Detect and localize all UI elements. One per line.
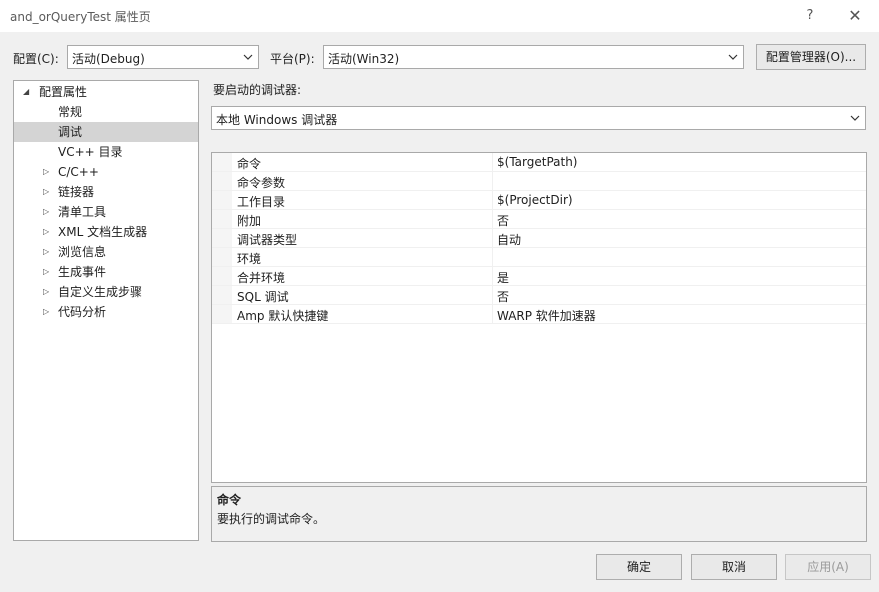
- property-name: 合并环境: [237, 271, 286, 285]
- apply-button[interactable]: 应用(A): [785, 554, 871, 580]
- config-dropdown[interactable]: 活动(Debug): [67, 45, 259, 69]
- collapsed-arrow-icon[interactable]: ▷: [43, 202, 53, 222]
- property-name: 命令: [237, 157, 262, 171]
- tree-item-label: 链接器: [58, 185, 95, 199]
- property-value[interactable]: 否: [497, 212, 509, 229]
- tree-item-code-analysis[interactable]: ▷ 代码分析: [14, 302, 198, 322]
- property-name: SQL 调试: [237, 290, 289, 304]
- tree-item-debugging[interactable]: 调试: [14, 122, 198, 142]
- property-value[interactable]: $(ProjectDir): [497, 193, 573, 207]
- tree-item-general[interactable]: 常规: [14, 102, 198, 122]
- ok-button[interactable]: 确定: [596, 554, 682, 580]
- tree-item-label: 常规: [58, 105, 83, 119]
- expanded-arrow-icon[interactable]: ◢: [23, 82, 33, 102]
- property-name: 调试器类型: [237, 233, 298, 247]
- property-value[interactable]: 自动: [497, 231, 521, 248]
- cancel-button[interactable]: 取消: [691, 554, 777, 580]
- chevron-down-icon: [728, 54, 738, 60]
- collapsed-arrow-icon[interactable]: ▷: [43, 222, 53, 242]
- collapsed-arrow-icon[interactable]: ▷: [43, 182, 53, 202]
- tree-item-label: 配置属性: [39, 85, 88, 99]
- property-row-attach[interactable]: 附加 否: [212, 210, 866, 229]
- tree-item-label: 生成事件: [58, 265, 107, 279]
- property-row-sql-debug[interactable]: SQL 调试 否: [212, 286, 866, 305]
- tree-item-browse-info[interactable]: ▷ 浏览信息: [14, 242, 198, 262]
- tree-item-custom-build-step[interactable]: ▷ 自定义生成步骤: [14, 282, 198, 302]
- tree-item-c-cpp[interactable]: ▷ C/C++: [14, 162, 198, 182]
- tree-item-label: 代码分析: [58, 305, 107, 319]
- tree-item-label: 清单工具: [58, 205, 107, 219]
- property-name: 附加: [237, 214, 262, 228]
- property-value[interactable]: $(TargetPath): [497, 155, 577, 169]
- collapsed-arrow-icon[interactable]: ▷: [43, 302, 53, 322]
- debugger-value: 本地 Windows 调试器: [216, 113, 338, 127]
- property-row-command-args[interactable]: 命令参数: [212, 172, 866, 191]
- chevron-down-icon: [243, 54, 253, 60]
- tree-item-label: C/C++: [58, 165, 99, 179]
- collapsed-arrow-icon[interactable]: ▷: [43, 282, 53, 302]
- collapsed-arrow-icon[interactable]: ▷: [43, 262, 53, 282]
- tree-item-label: 调试: [58, 125, 83, 139]
- platform-value: 活动(Win32): [328, 52, 400, 66]
- property-value[interactable]: WARP 软件加速器: [497, 307, 596, 324]
- help-button[interactable]: ?: [796, 4, 824, 28]
- platform-label: 平台(P):: [270, 52, 315, 66]
- property-name: 环境: [237, 252, 262, 266]
- close-button[interactable]: ✕: [841, 4, 869, 28]
- tree-item-manifest-tool[interactable]: ▷ 清单工具: [14, 202, 198, 222]
- tree-item-label: 浏览信息: [58, 245, 107, 259]
- config-value: 活动(Debug): [72, 52, 145, 66]
- tree-item-config-properties[interactable]: ◢ 配置属性: [14, 82, 198, 102]
- description-title: 命令: [217, 493, 242, 507]
- tree-item-label: VC++ 目录: [58, 145, 123, 159]
- window-title: and_orQueryTest 属性页: [10, 10, 151, 24]
- property-row-amp-accelerator[interactable]: Amp 默认快捷键 WARP 软件加速器: [212, 305, 866, 324]
- property-row-debugger-type[interactable]: 调试器类型 自动: [212, 229, 866, 248]
- property-row-merge-env[interactable]: 合并环境 是: [212, 267, 866, 286]
- tree-item-linker[interactable]: ▷ 链接器: [14, 182, 198, 202]
- chevron-down-icon: [850, 115, 860, 121]
- property-value[interactable]: 否: [497, 288, 509, 305]
- tree-item-label: 自定义生成步骤: [58, 285, 143, 299]
- property-row-working-dir[interactable]: 工作目录 $(ProjectDir): [212, 191, 866, 210]
- property-row-environment[interactable]: 环境: [212, 248, 866, 267]
- tree-item-build-events[interactable]: ▷ 生成事件: [14, 262, 198, 282]
- description-text: 要执行的调试命令。: [217, 512, 326, 526]
- platform-dropdown[interactable]: 活动(Win32): [323, 45, 744, 69]
- title-bar: and_orQueryTest 属性页 ? ✕: [0, 0, 879, 32]
- property-name: Amp 默认快捷键: [237, 309, 329, 323]
- property-name: 命令参数: [237, 176, 286, 190]
- property-grid[interactable]: 命令 $(TargetPath) 命令参数 工作目录 $(ProjectDir)…: [211, 152, 867, 483]
- tree-item-xml-doc-generator[interactable]: ▷ XML 文档生成器: [14, 222, 198, 242]
- property-value[interactable]: 是: [497, 269, 509, 286]
- collapsed-arrow-icon[interactable]: ▷: [43, 242, 53, 262]
- config-label: 配置(C):: [13, 52, 59, 66]
- tree-item-vc-directories[interactable]: VC++ 目录: [14, 142, 198, 162]
- debugger-dropdown[interactable]: 本地 Windows 调试器: [211, 106, 866, 130]
- debugger-label: 要启动的调试器:: [213, 83, 302, 97]
- collapsed-arrow-icon[interactable]: ▷: [43, 162, 53, 182]
- description-pane: 命令 要执行的调试命令。: [211, 486, 867, 542]
- property-row-command[interactable]: 命令 $(TargetPath): [212, 153, 866, 172]
- config-manager-button[interactable]: 配置管理器(O)...: [756, 44, 866, 70]
- property-tree[interactable]: ◢ 配置属性 常规 调试 VC++ 目录 ▷ C/C++ ▷ 链接器 ▷ 清单工…: [13, 80, 199, 541]
- property-name: 工作目录: [237, 195, 286, 209]
- tree-item-label: XML 文档生成器: [58, 225, 148, 239]
